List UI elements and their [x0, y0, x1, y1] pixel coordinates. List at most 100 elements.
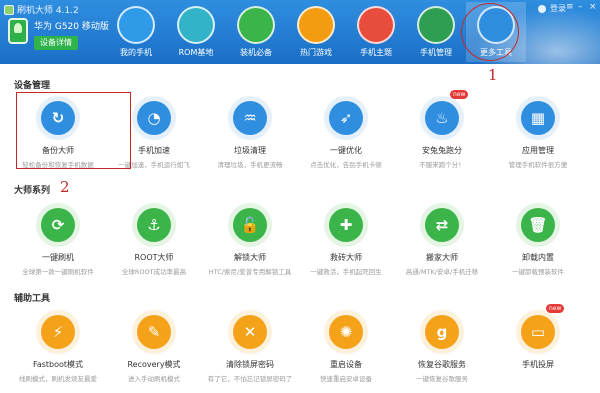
lightning-icon: ⚡ — [41, 315, 75, 349]
tool-description: 高通/MTK/安卓/手机迁移 — [405, 268, 479, 276]
tool-description: 一键救活，手机起死回生 — [310, 268, 382, 276]
app-grid-icon: ▦ — [521, 101, 555, 135]
tool-name: 手机投屏 — [522, 360, 554, 369]
tool-name: 安兔兔跑分 — [422, 146, 462, 155]
tool-icon-ring: ⟳ — [36, 203, 80, 247]
tool-icon-ring: ⇄ — [420, 203, 464, 247]
nav-label: 手机主题 — [360, 48, 392, 57]
pattern-icon: ✕ — [233, 315, 267, 349]
nav-item-5[interactable]: 手机管理 — [406, 2, 466, 62]
trash-icon: 🗑 — [521, 208, 555, 242]
close-icon[interactable]: × — [589, 2, 597, 12]
tool-name: Recovery模式 — [127, 360, 181, 369]
loading-icon: ✺ — [329, 315, 363, 349]
tool-icon-ring: ✺ — [324, 310, 368, 354]
tool-icon-ring: 🗑 — [516, 203, 560, 247]
tool-item[interactable]: ⚓ ROOT大师 全球ROOT成功率最高 — [106, 203, 202, 276]
tool-item[interactable]: ⇄ 搬家大师高通/MTK/安卓/手机迁移 — [394, 203, 490, 276]
tool-item[interactable]: ✕ 清除锁屏密码有了它，不怕忘记锁屏密码了 — [202, 310, 298, 383]
annotation-circle — [461, 3, 519, 61]
tool-name: 恢复谷歌服务 — [418, 360, 466, 369]
broom-icon: ♒ — [233, 101, 267, 135]
menu-icon[interactable]: ≡ — [566, 2, 574, 12]
tool-item[interactable]: ✎ Recovery模式 进入手动刷机模式 — [106, 310, 202, 383]
laptop-icon: ▭ — [521, 315, 555, 349]
tool-item[interactable]: ✺ 重启设备 快速重启安卓设备 — [298, 310, 394, 383]
tool-name: 清除锁屏密码 — [226, 360, 274, 369]
phone-plus-icon: ✚ — [329, 208, 363, 242]
nav-item-3[interactable]: 热门游戏 — [286, 2, 346, 62]
tool-icon-ring: 🔓 — [228, 203, 272, 247]
device-detail-button[interactable]: 设备详情 — [34, 36, 78, 50]
tool-icon-ring: ♨ — [420, 96, 464, 140]
tool-description: HTC/索尼/爱普专用解锁工具 — [208, 268, 292, 276]
tool-icon-ring: ⚓ — [132, 203, 176, 247]
app-title: 刷机大师 4.1.2 — [4, 3, 79, 16]
rocket-icon: ➶ — [329, 101, 363, 135]
annotation-number-1: 1 — [488, 66, 498, 84]
annotation-box — [16, 92, 131, 169]
nav-label: 手机管理 — [420, 48, 452, 57]
tool-item[interactable]: ▭ new 手机投屏 — [490, 304, 586, 383]
user-area[interactable]: 登录 — [538, 3, 566, 14]
tool-item[interactable]: ✚ 救砖大师 一键救活，手机起死回生 — [298, 203, 394, 276]
tool-item[interactable]: ➶ 一键优化点击优化，告别手机卡顿 — [298, 96, 394, 169]
nav-item-0[interactable]: 我的手机 — [106, 2, 166, 62]
tool-name: 一键优化 — [330, 146, 362, 155]
tool-description: 进入手动刷机模式 — [128, 375, 180, 383]
tool-icon-ring: ✕ — [228, 310, 272, 354]
new-badge: new — [450, 90, 469, 99]
tool-description: 有了它，不怕忘记锁屏密码了 — [207, 375, 293, 383]
nav-label: 我的手机 — [120, 48, 152, 57]
transfer-icon: ⇄ — [425, 208, 459, 242]
tool-name: 搬家大师 — [426, 253, 458, 262]
cloud-phone-icon — [117, 6, 155, 44]
section-title: 大师系列 — [14, 186, 51, 196]
tool-description: 点击优化，告别手机卡顿 — [310, 161, 382, 169]
tool-description: 管理手机软件很方便 — [508, 161, 568, 169]
tool-item[interactable]: ⚡ Fastboot模式 线刷模式，刷机发烧友最爱 — [10, 310, 106, 383]
device-name: 华为 G520 移动版 — [34, 22, 109, 32]
app-logo-icon — [4, 4, 14, 15]
app-title-text: 刷机大师 4.1.2 — [17, 6, 79, 16]
tool-name: 重启设备 — [330, 360, 362, 369]
tool-description: 全球第一款一键刷机软件 — [22, 268, 94, 276]
tshirt-icon — [357, 6, 395, 44]
tool-item[interactable]: ⟳ 一键刷机 全球第一款一键刷机软件 — [10, 203, 106, 276]
nav-item-4[interactable]: 手机主题 — [346, 2, 406, 62]
nav-label: 热门游戏 — [300, 48, 332, 57]
tool-item[interactable]: g 恢复谷歌服务 一键恢复谷歌服务 — [394, 310, 490, 383]
tool-item[interactable]: ♨ new 安兔兔跑分 不服来跑个分！ — [394, 90, 490, 169]
nav-item-2[interactable]: 装机必备 — [226, 2, 286, 62]
tool-grid: ⟳ 一键刷机 全球第一款一键刷机软件 ⚓ ROOT大师 全球ROOT成功率最高 🔓 解锁大师 H… — [10, 203, 590, 276]
nav-label: 装机必备 — [240, 48, 272, 57]
tool-name: ROOT大师 — [134, 253, 174, 262]
android-device-icon — [8, 18, 28, 44]
refresh-icon: ⟳ — [41, 208, 75, 242]
minimize-icon[interactable]: – — [578, 2, 583, 12]
login-link[interactable]: 登录 — [550, 3, 566, 14]
tool-item[interactable]: ▦ 应用管理管理手机软件很方便 — [490, 96, 586, 169]
phone-edit-icon: ✎ — [137, 315, 171, 349]
tool-name: 应用管理 — [522, 146, 554, 155]
tool-name: 解锁大师 — [234, 253, 266, 262]
tool-name: 卸载内置 — [522, 253, 554, 262]
tool-item[interactable]: ♒ 垃圾清理 清理垃圾，手机更流畅 — [202, 96, 298, 169]
gamepad-icon — [297, 6, 335, 44]
shield-icon — [417, 6, 455, 44]
shopping-bag-icon — [177, 6, 215, 44]
tool-icon-ring: ✚ — [324, 203, 368, 247]
tool-icon-ring: ✎ — [132, 310, 176, 354]
unlock-icon: 🔓 — [233, 208, 267, 242]
tool-icon-ring: ▦ — [516, 96, 560, 140]
tool-item[interactable]: 🔓 解锁大师 HTC/索尼/爱普专用解锁工具 — [202, 203, 298, 276]
tool-icon-ring: ◔ — [132, 96, 176, 140]
nav-item-1[interactable]: ROM基地 — [166, 2, 226, 62]
tool-item[interactable]: 🗑 卸载内置 一键卸载预装软件 — [490, 203, 586, 276]
new-badge: new — [546, 304, 565, 313]
tool-name: Fastboot模式 — [32, 360, 84, 369]
tool-description: 一键恢复谷歌服务 — [416, 375, 468, 383]
tool-name: 垃圾清理 — [234, 146, 266, 155]
flame-icon: ♨ — [425, 101, 459, 135]
section-title: 设备管理 — [14, 81, 51, 91]
